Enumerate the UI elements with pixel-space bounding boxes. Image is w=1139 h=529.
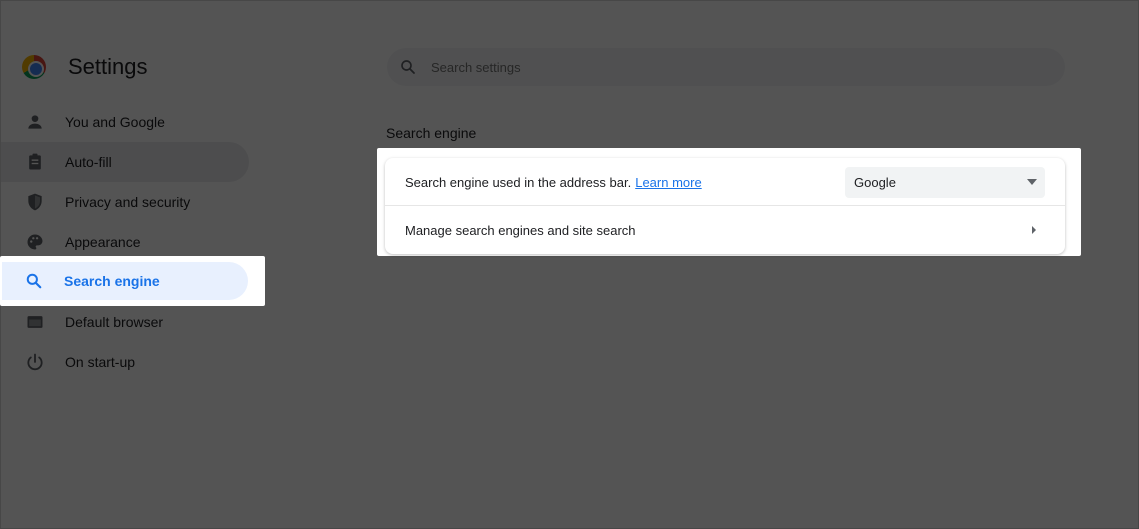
chevron-down-icon bbox=[1027, 179, 1037, 185]
sidebar-item-on-start-up[interactable]: On start-up bbox=[1, 342, 249, 382]
search-bar[interactable] bbox=[387, 48, 1065, 86]
search-input[interactable] bbox=[431, 48, 1051, 86]
chevron-right-icon bbox=[1032, 226, 1036, 234]
page-title: Settings bbox=[68, 54, 148, 79]
select-value: Google bbox=[854, 175, 896, 190]
sidebar-item-label: Auto-fill bbox=[65, 154, 112, 170]
sidebar-item-label: Search engine bbox=[64, 273, 160, 289]
manage-search-engines-row[interactable]: Manage search engines and site search bbox=[385, 206, 1065, 254]
sidebar-item-label: On start-up bbox=[65, 354, 136, 370]
palette-icon bbox=[27, 234, 43, 250]
manage-search-engines-label: Manage search engines and site search bbox=[405, 223, 636, 238]
address-bar-engine-row: Search engine used in the address bar. Le… bbox=[385, 158, 1065, 206]
browser-icon bbox=[27, 316, 43, 328]
highlight-search-engine-card: Search engine used in the address bar. Le… bbox=[377, 148, 1081, 256]
chrome-logo-icon bbox=[22, 55, 46, 79]
search-engine-card: Search engine used in the address bar. Le… bbox=[385, 158, 1065, 254]
power-icon bbox=[27, 353, 43, 371]
search-icon bbox=[26, 273, 42, 289]
sidebar-item-label: Appearance bbox=[65, 234, 141, 250]
sidebar-item-label: Default browser bbox=[65, 314, 164, 330]
learn-more-link[interactable]: Learn more bbox=[635, 175, 701, 190]
shield-icon bbox=[28, 193, 42, 211]
clipboard-icon bbox=[29, 153, 41, 170]
address-bar-engine-label: Search engine used in the address bar. bbox=[405, 175, 632, 190]
sidebar-item-default-browser[interactable]: Default browser bbox=[1, 302, 249, 342]
person-icon bbox=[28, 115, 42, 129]
highlight-search-engine-nav: Search engine bbox=[0, 256, 265, 306]
search-icon bbox=[401, 60, 415, 74]
sidebar-item-label: Privacy and security bbox=[65, 194, 191, 210]
sidebar-nav: You and Google Auto-fill Privacy and sec… bbox=[1, 102, 251, 382]
row-label: Search engine used in the address bar. Le… bbox=[405, 175, 702, 190]
sidebar-item-label: You and Google bbox=[65, 114, 165, 130]
search-engine-select[interactable]: Google bbox=[845, 167, 1045, 198]
section-title: Search engine bbox=[386, 125, 477, 141]
sidebar-item-you-and-google[interactable]: You and Google bbox=[1, 102, 249, 142]
sidebar-item-privacy-and-security[interactable]: Privacy and security bbox=[1, 182, 249, 222]
sidebar-item-auto-fill[interactable]: Auto-fill bbox=[1, 142, 249, 182]
sidebar-item-search-engine[interactable]: Search engine bbox=[2, 262, 248, 300]
